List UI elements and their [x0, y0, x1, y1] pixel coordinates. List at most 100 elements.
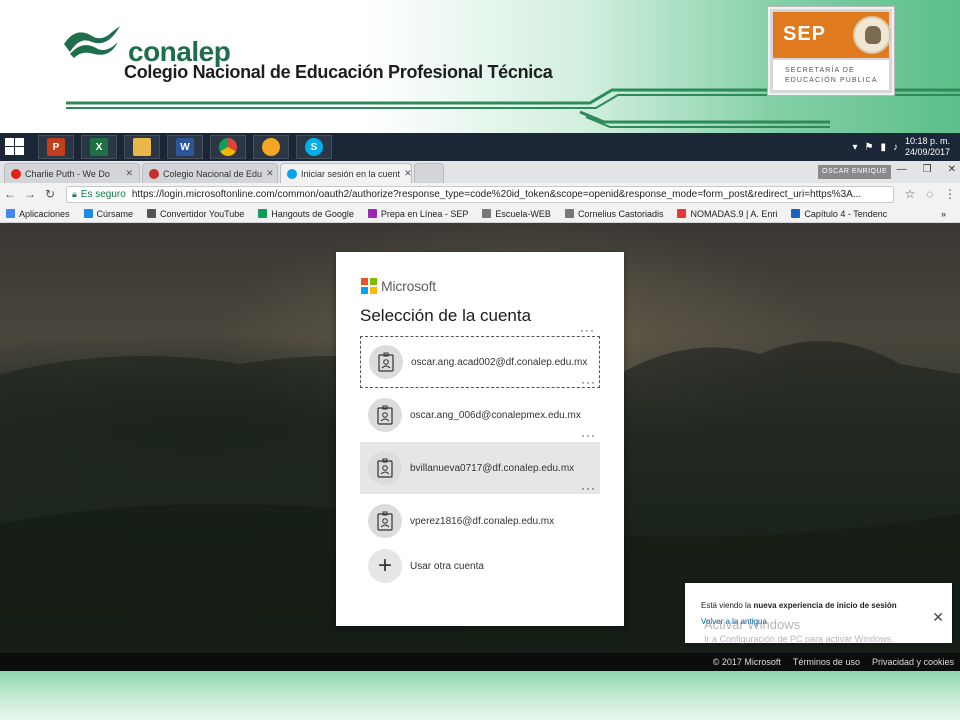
browser-tab[interactable]: Iniciar sesión en la cuent ✕	[280, 163, 412, 183]
microsoft-logo-icon	[361, 278, 377, 294]
network-icon[interactable]: ▮	[880, 142, 886, 153]
tab-close-icon[interactable]: ✕	[400, 168, 411, 179]
sep-line-2: EDUCACIÓN PÚBLICA	[785, 77, 878, 84]
bookmark-favicon-icon	[258, 209, 268, 218]
bookmark-item[interactable]: Hangouts de Google	[258, 209, 354, 219]
word-icon: W	[176, 138, 194, 156]
badge-avatar-icon	[368, 451, 402, 485]
account-email: oscar.ang.acad002@df.conalep.edu.mx	[411, 356, 588, 368]
account-tile[interactable]: vperez1816@df.conalep.edu.mx ···	[360, 481, 600, 547]
tab-close-icon[interactable]: ✕	[262, 168, 274, 179]
taskbar-app-3[interactable]: W	[167, 135, 203, 159]
browser-tab[interactable]: Charlie Puth - We Do ✕	[4, 163, 140, 183]
bookmark-item[interactable]: Aplicaciones	[6, 209, 70, 219]
bookmark-item[interactable]: Cornelius Castoriadis	[564, 208, 664, 219]
back-icon[interactable]: ←	[0, 187, 20, 201]
bookmark-item[interactable]: NOMADAS.9 | A. Enri	[677, 209, 777, 219]
profile-chip[interactable]: OSCAR ENRIQUE	[818, 165, 892, 179]
secure-label: Es seguro	[80, 188, 126, 200]
activate-windows-subtitle: Ir a Configuración de PC para activar Wi…	[704, 634, 894, 644]
bookmarks-bar: Aplicaciones Cúrsame Convertidor YouTube Ha…	[0, 205, 960, 223]
bookmark-star-icon[interactable]: ☆	[900, 187, 920, 201]
slide-footer	[0, 671, 960, 720]
page-title: Selección de la cuenta	[360, 306, 532, 325]
activate-windows-watermark: Activar Windows	[704, 617, 801, 632]
account-options-icon[interactable]: ···	[581, 481, 596, 495]
windows-taskbar: P X W S ▾ ⚑ ▮ ♪ 10:18 p. m. 24/09/2017	[0, 133, 960, 161]
url-input[interactable]: 🔒︎ Es seguro https://login.microsoftonli…	[66, 185, 894, 203]
sep-badge-top: SEP	[773, 12, 891, 58]
brand-subtitle: Colegio Nacional de Educación Profesiona…	[124, 62, 553, 82]
bookmark-label: Hangouts de Google	[271, 208, 354, 219]
clock[interactable]: 10:18 p. m. 24/09/2017	[905, 136, 950, 158]
badge-avatar-icon	[369, 345, 403, 379]
taskbar-app-6[interactable]: S	[296, 135, 332, 159]
maximize-icon[interactable]: ❐	[923, 164, 932, 175]
skype-icon: S	[305, 138, 323, 156]
bookmark-favicon-icon	[6, 209, 15, 218]
windows-start-icon[interactable]	[5, 138, 25, 156]
bookmark-label: Convertidor YouTube	[160, 208, 245, 219]
taskbar-app-5[interactable]	[253, 135, 289, 159]
bookmark-item[interactable]: Capítulo 4 - Tendenc	[791, 209, 887, 219]
close-icon[interactable]: ✕	[932, 609, 944, 626]
tab-label: Iniciar sesión en la cuent	[301, 168, 401, 179]
close-window-icon[interactable]: ✕	[948, 164, 956, 175]
menu-dots-icon[interactable]: ⋮	[940, 187, 960, 201]
slide-header: conalep Colegio Nacional de Educación Pr…	[0, 0, 960, 133]
account-options-icon[interactable]: ···	[580, 323, 595, 337]
new-tab-button[interactable]	[414, 163, 444, 183]
bookmarks-overflow-icon[interactable]: »	[941, 209, 946, 219]
mexico-seal-icon	[853, 16, 891, 54]
account-tile[interactable]: oscar.ang.acad002@df.conalep.edu.mx ···	[360, 323, 600, 388]
account-email: oscar.ang_006d@conalepmex.edu.mx	[410, 409, 581, 421]
taskbar-app-2[interactable]	[124, 135, 160, 159]
taskbar-app-4[interactable]	[210, 135, 246, 159]
address-bar: ← → ↻ 🔒︎ Es seguro https://login.microso…	[0, 183, 960, 205]
system-tray: ▾ ⚑ ▮ ♪ 10:18 p. m. 24/09/2017	[852, 133, 950, 161]
copyright-text: © 2017 Microsoft	[712, 657, 781, 667]
sep-word: SEP	[783, 23, 827, 45]
account-options-icon[interactable]: ···	[581, 428, 596, 442]
bookmark-label: Cornelius Castoriadis	[577, 208, 664, 219]
account-tile[interactable]: bvillanueva0717@df.conalep.edu.mx ···	[360, 428, 600, 494]
microsoft-wordmark: Microsoft	[381, 278, 436, 294]
bookmark-label: Prepa en Línea - SEP	[380, 208, 469, 219]
chrome-icon	[219, 138, 237, 156]
bookmark-item[interactable]: Convertidor YouTube	[147, 209, 244, 219]
sep-badge: SEP SECRETARÍA DE EDUCACIÓN PÚBLICA	[768, 7, 894, 95]
use-other-account-label: Usar otra cuenta	[410, 560, 484, 572]
sep-badge-bottom: SECRETARÍA DE EDUCACIÓN PÚBLICA	[773, 60, 889, 90]
bookmark-favicon-icon	[367, 209, 377, 218]
bookmark-item[interactable]: Prepa en Línea - SEP	[367, 208, 469, 219]
bookmark-item[interactable]: Cúrsame	[83, 209, 133, 219]
notice-bold: nueva experiencia de inicio de sesión	[753, 601, 897, 610]
reload-icon[interactable]: ↻	[40, 187, 60, 201]
sun-app-icon	[262, 138, 280, 156]
bookmark-favicon-icon	[147, 209, 157, 218]
account-options-icon[interactable]: ···	[581, 375, 596, 389]
badge-avatar-icon	[368, 504, 402, 538]
flag-icon[interactable]: ⚑	[864, 142, 873, 153]
volume-icon[interactable]: ♪	[893, 142, 898, 153]
bookmark-favicon-icon	[482, 209, 492, 218]
browser-tab[interactable]: Colegio Nacional de Edu ✕	[142, 163, 278, 183]
tray-chevron-icon[interactable]: ▾	[852, 142, 857, 153]
bookmark-label: Escuela-WEB	[495, 208, 551, 219]
privacy-link[interactable]: Privacidad y cookies	[872, 657, 954, 667]
minimize-icon[interactable]: —	[897, 164, 907, 175]
skype-extension-icon[interactable]: ◌	[920, 187, 940, 201]
taskbar-app-0[interactable]: P	[38, 135, 74, 159]
bookmark-item[interactable]: Escuela-WEB	[482, 209, 551, 219]
tab-close-icon[interactable]: ✕	[121, 168, 133, 179]
conalep-logo-icon	[64, 26, 120, 58]
file-explorer-icon	[133, 138, 151, 156]
clock-date: 24/09/2017	[904, 147, 950, 157]
account-tile[interactable]: oscar.ang_006d@conalepmex.edu.mx ···	[360, 375, 600, 441]
bookmark-label: Capítulo 4 - Tendenc	[804, 208, 888, 219]
forward-icon[interactable]: →	[20, 187, 40, 201]
taskbar-app-1[interactable]: X	[81, 135, 117, 159]
use-other-account-button[interactable]: + Usar otra cuenta	[360, 548, 600, 584]
terms-link[interactable]: Términos de uso	[793, 657, 860, 667]
signin-card: Microsoft Selección de la cuenta oscar.a…	[336, 252, 624, 626]
